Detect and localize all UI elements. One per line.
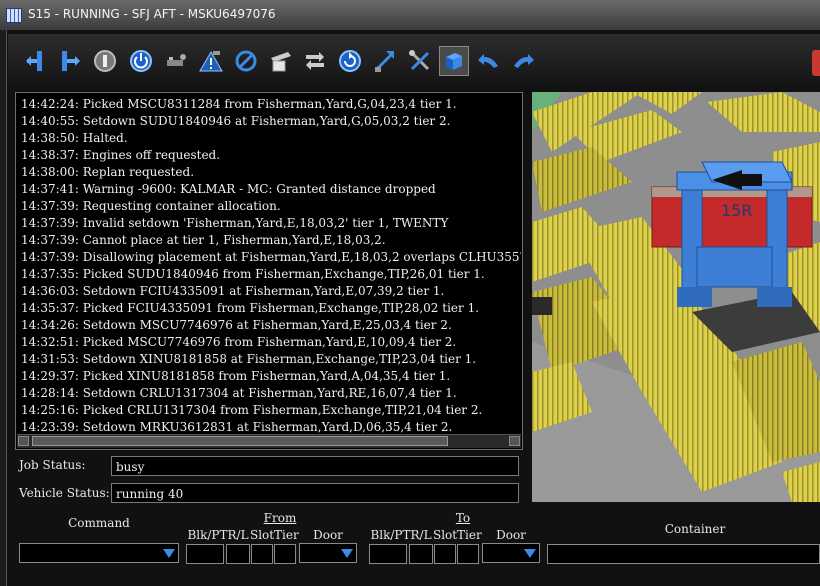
turn-right-icon[interactable] [508,46,538,76]
from-label: From [263,511,297,525]
log-line: 14:37:35: Picked SUDU1840946 from Fisher… [21,267,485,281]
power-icon[interactable] [126,46,156,76]
turn-left-icon[interactable] [474,46,504,76]
log-lines: 14:42:24: Picked MSCU8311284 from Fisher… [21,96,521,436]
close-button[interactable] [812,50,820,76]
to-blk-label: Blk/PTR/L [370,528,432,542]
box-view-icon[interactable] [439,46,469,76]
window-title: S15 - RUNNING - SFJ AFT - MSKU6497076 [28,7,276,21]
from-blk-label: Blk/PTR/L [187,528,249,542]
from-door-label: Door [313,528,343,542]
log-line: 14:38:50: Halted. [21,131,128,145]
yard-3d-view[interactable]: 15R [532,92,820,502]
from-slot-label: Slot [250,528,275,542]
log-line: 14:37:39: Requesting container allocatio… [21,199,281,213]
title-bar: S15 - RUNNING - SFJ AFT - MSKU6497076 [0,0,820,30]
job-status-label: Job Status: [19,458,86,472]
container-label: Container [664,522,726,536]
job-status-field: busy [111,456,519,476]
crane-icon[interactable] [266,46,296,76]
remote-icon[interactable] [161,46,191,76]
log-line: 14:29:37: Picked XINU8181858 from Fisher… [21,369,451,383]
event-log[interactable]: 14:42:24: Picked MSCU8311284 from Fisher… [15,92,523,450]
log-line: 14:37:39: Invalid setdown 'Fisherman,Yar… [21,216,449,230]
vehicle-status-label: Vehicle Status: [19,486,110,500]
scroll-thumb[interactable] [32,436,448,446]
command-select[interactable] [19,543,179,563]
from-slot-input[interactable] [251,544,273,564]
from-ptr-input[interactable] [226,544,250,564]
tools-icon[interactable] [405,46,435,76]
door-enter-icon[interactable] [54,46,84,76]
log-line: 14:35:37: Picked FCIU4335091 from Fisher… [21,301,480,315]
scroll-right-arrow[interactable] [509,436,520,446]
to-ptr-input[interactable] [409,544,433,564]
log-line: 14:42:24: Picked MSCU8311284 from Fisher… [21,97,457,111]
log-line: 14:38:37: Engines off requested. [21,148,221,162]
log-line: 14:31:53: Setdown XINU8181858 at Fisherm… [21,352,477,366]
log-horizontal-scrollbar[interactable] [17,434,521,448]
log-line: 14:37:39: Disallowing placement at Fishe… [21,250,521,264]
command-label: Command [68,516,130,530]
to-slot-input[interactable] [434,544,456,564]
to-door-label: Door [496,528,526,542]
log-line: 14:40:55: Setdown SUDU1840946 at Fisherm… [21,114,451,128]
warning-icon[interactable] [196,46,226,76]
from-tier-label: Tier [274,528,299,542]
container-input[interactable] [547,544,820,564]
to-tier-label: Tier [457,528,482,542]
to-door-select[interactable] [482,543,540,563]
pause-icon[interactable] [90,46,120,76]
from-blk-input[interactable] [186,544,224,564]
vehicle-status-field: running 40 [111,483,519,503]
to-blk-input[interactable] [369,544,407,564]
door-exit-icon[interactable] [22,46,52,76]
from-tier-input[interactable] [274,544,296,564]
yard-scene: 15R [532,92,820,502]
scroll-left-arrow[interactable] [18,436,29,446]
log-line: 14:25:16: Picked CRLU1317304 from Fisher… [21,403,483,417]
to-tier-input[interactable] [457,544,479,564]
refresh-icon[interactable] [335,46,365,76]
chevron-down-icon [341,549,353,558]
chevron-down-icon [163,549,175,558]
extend-icon[interactable] [370,46,400,76]
app-icon [6,8,22,23]
chevron-down-icon [524,549,536,558]
from-door-select[interactable] [299,543,357,563]
log-line: 14:32:51: Picked MSCU7746976 from Fisher… [21,335,457,349]
log-line: 14:36:03: Setdown FCIU4335091 at Fisherm… [21,284,445,298]
log-line: 14:38:00: Replan requested. [21,165,195,179]
crane-label: 15R [721,201,752,220]
to-slot-label: Slot [433,528,458,542]
log-line: 14:37:39: Cannot place at tier 1, Fisher… [21,233,386,247]
log-line: 14:34:26: Setdown MSCU7746976 at Fisherm… [21,318,452,332]
stop-icon[interactable] [231,46,261,76]
log-line: 14:28:14: Setdown CRLU1317304 at Fisherm… [21,386,457,400]
transfer-icon[interactable] [300,46,330,76]
to-label: To [455,511,471,525]
log-line: 14:37:41: Warning -9600: KALMAR - MC: Gr… [21,182,436,196]
